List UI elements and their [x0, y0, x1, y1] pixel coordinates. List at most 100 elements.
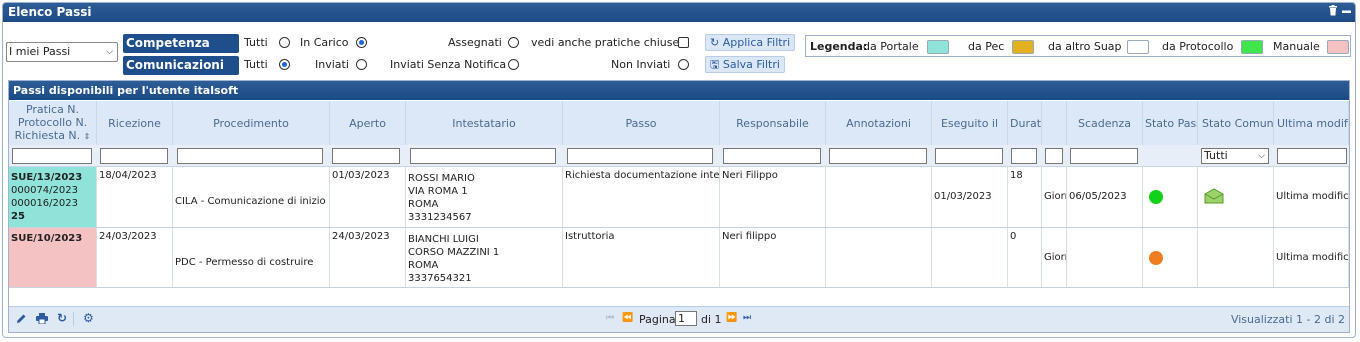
save-filters-button[interactable]: 🖫 Salva Filtri — [705, 56, 785, 73]
col-header-passo[interactable]: Passo — [563, 101, 720, 145]
cell-durata: 18 — [1008, 167, 1042, 227]
richiesta-number: 000016/2023 — [11, 198, 78, 209]
cell-annotazioni — [826, 228, 932, 287]
com-tutti-radio[interactable] — [279, 59, 290, 70]
refresh-icon[interactable]: ↻ — [57, 311, 67, 325]
col-header-aperto[interactable]: Aperto — [330, 101, 406, 145]
filter-ricezione-input[interactable] — [100, 148, 168, 164]
cell-eseguito — [932, 228, 1008, 287]
col-header-stato-passo[interactable]: Stato Passo — [1143, 101, 1198, 145]
trash-icon[interactable] — [1328, 3, 1338, 22]
cell-stato-comun — [1198, 167, 1274, 227]
cell-unita: Giorni — [1042, 228, 1067, 287]
com-non-inviati-radio[interactable] — [678, 59, 689, 70]
toolbar-divider — [73, 312, 74, 326]
view-select[interactable]: I miei Passi ⌵ — [6, 42, 118, 62]
legend-pec-label: da Pec — [968, 40, 1005, 53]
cell-ultima: Ultima modifica alle — [1274, 228, 1349, 287]
cell-passo: Istruttoria — [563, 228, 720, 287]
comunicazioni-label: Comunicazioni — [123, 56, 239, 75]
page-input[interactable]: 1 — [675, 311, 697, 326]
com-inviati-label: Inviati — [315, 58, 349, 71]
col-header-unita[interactable] — [1042, 101, 1067, 145]
col-header-procedimento[interactable]: Procedimento — [173, 101, 330, 145]
intestatario-city: ROMA — [408, 260, 439, 271]
com-senza-notifica-radio[interactable] — [508, 59, 519, 70]
filter-durata-input[interactable] — [1011, 148, 1037, 164]
table-row[interactable]: SUE/10/2023 24/03/2023 PDC - Permesso di… — [9, 228, 1349, 288]
grid-footer: ↻ ⚙ ⏮ ⏪ Pagina 1 di 1 ⏩ ⏭ Visualizzati 1… — [9, 306, 1349, 332]
table-row[interactable]: SUE/13/2023 000074/2023 000016/2023 25 1… — [9, 167, 1349, 228]
comp-in-carico-radio[interactable] — [356, 37, 367, 48]
filter-procedimento-input[interactable] — [177, 148, 323, 164]
cell-stato-passo — [1143, 167, 1198, 227]
comp-chiuse-checkbox[interactable] — [678, 37, 689, 48]
status-dot — [1149, 251, 1163, 265]
col-header-pratica[interactable]: Pratica N. Protocollo N. Richiesta N. ⇕ — [9, 101, 97, 145]
col-header-eseguito[interactable]: Eseguito il — [932, 101, 1008, 145]
comp-assegnati-label: Assegnati — [448, 36, 502, 49]
gear-icon[interactable]: ⚙ — [83, 311, 94, 325]
col-header-intestatario[interactable]: Intestatario — [406, 101, 563, 145]
apply-filters-button[interactable]: ↻ Applica Filtri — [705, 34, 796, 51]
competenza-label: Competenza — [123, 34, 239, 53]
filter-annotazioni-input[interactable] — [829, 148, 927, 164]
filter-intestatario-input[interactable] — [410, 148, 556, 164]
legend-protocollo-label: da Protocollo — [1162, 40, 1234, 53]
col-header-durata[interactable]: Durata — [1008, 101, 1042, 145]
col-pratica-line3: Richiesta N. ⇕ — [14, 129, 91, 142]
intestatario-name: ROSSI MARIO — [408, 173, 475, 184]
last-page-icon[interactable]: ⏭ — [743, 313, 751, 323]
cell-intestatario: BIANCHI LUIGI CORSO MAZZINI 1 ROMA 33376… — [406, 228, 563, 287]
filter-eseguito-input[interactable] — [935, 148, 1003, 164]
intestatario-address: VIA ROMA 1 — [408, 186, 468, 197]
grid-title: Passi disponibili per l'utente italsoft — [9, 81, 1349, 100]
view-select-value: I miei Passi — [9, 45, 71, 58]
cell-aperto: 01/03/2023 — [330, 167, 406, 227]
col-header-ultima[interactable]: Ultima modifica — [1274, 101, 1349, 145]
filter-stato-comun-select[interactable]: Tutti ⌵ — [1201, 148, 1269, 164]
save-filters-label: Salva Filtri — [722, 58, 780, 71]
prev-page-icon[interactable]: ⏪ — [622, 313, 633, 323]
pratica-extra: 25 — [11, 211, 25, 222]
filter-responsabile-input[interactable] — [723, 148, 821, 164]
filter-stato-comun-value: Tutti — [1204, 149, 1228, 162]
cell-ricezione: 24/03/2023 — [97, 228, 173, 287]
cell-procedimento: CILA - Comunicazione di inizio lavori — [173, 167, 330, 227]
col-header-annotazioni[interactable]: Annotazioni — [826, 101, 932, 145]
sent-envelope-icon[interactable] — [1204, 188, 1224, 208]
sort-icon: ⇕ — [83, 132, 91, 141]
edit-icon[interactable] — [16, 313, 27, 327]
cell-ricezione: 18/04/2023 — [97, 167, 173, 227]
cell-aperto: 24/03/2023 — [330, 228, 406, 287]
passi-grid: Passi disponibili per l'utente italsoft … — [8, 80, 1350, 333]
filter-unita-input[interactable] — [1045, 148, 1063, 164]
minimize-icon[interactable] — [1342, 3, 1351, 22]
protocollo-number: 000074/2023 — [11, 185, 78, 196]
intestatario-address: CORSO MAZZINI 1 — [408, 247, 500, 258]
legend-title: Legenda: — [810, 40, 868, 53]
filter-ultima-input[interactable] — [1277, 148, 1347, 164]
chevron-down-icon: ⌵ — [1258, 151, 1265, 161]
col-header-responsabile[interactable]: Responsabile — [720, 101, 826, 145]
first-page-icon[interactable]: ⏮ — [606, 313, 614, 323]
filter-passo-input[interactable] — [567, 148, 713, 164]
com-inviati-radio[interactable] — [356, 59, 367, 70]
legend-protocollo-swatch — [1241, 40, 1263, 54]
pratica-number: SUE/10/2023 — [11, 233, 83, 244]
page-total-label: di 1 — [701, 313, 722, 326]
intestatario-name: BIANCHI LUIGI — [408, 234, 479, 245]
col-header-ricezione[interactable]: Ricezione — [97, 101, 173, 145]
comp-tutti-radio[interactable] — [279, 37, 290, 48]
filter-aperto-input[interactable] — [332, 148, 400, 164]
filter-row: Tutti ⌵ — [9, 145, 1349, 167]
cell-unita: Giorni — [1042, 167, 1067, 227]
cell-eseguito: 01/03/2023 — [932, 167, 1008, 227]
filter-scadenza-input[interactable] — [1070, 148, 1138, 164]
comp-assegnati-radio[interactable] — [508, 37, 519, 48]
col-header-scadenza[interactable]: Scadenza — [1067, 101, 1143, 145]
col-header-stato-comun[interactable]: Stato Comun. — [1198, 101, 1274, 145]
filter-pratica-input[interactable] — [12, 148, 92, 164]
next-page-icon[interactable]: ⏩ — [726, 313, 737, 323]
print-icon[interactable] — [36, 313, 48, 327]
